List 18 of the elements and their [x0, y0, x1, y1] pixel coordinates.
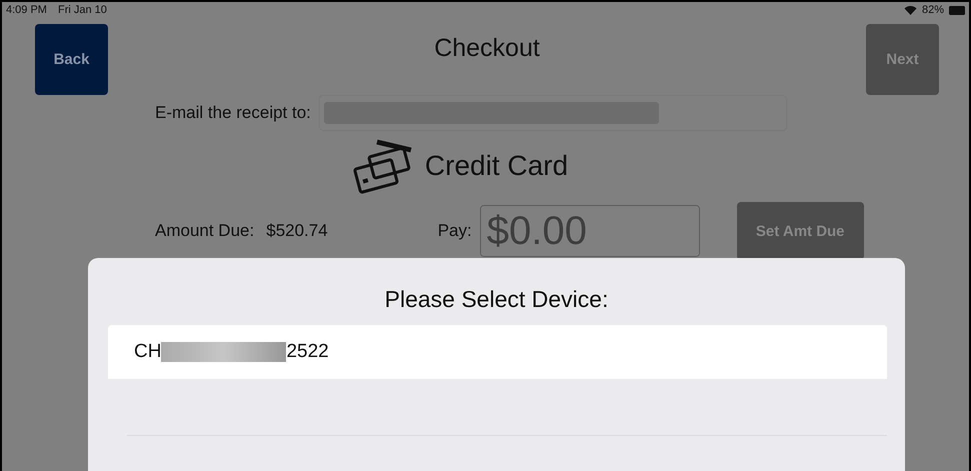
- battery-icon: [949, 6, 965, 14]
- amount-value: $520.74: [266, 221, 328, 241]
- status-time: 4:09 PM: [6, 4, 47, 16]
- device-name-start: CH: [134, 341, 162, 363]
- credit-cards-icon: [352, 138, 413, 194]
- battery-percent: 82%: [922, 4, 944, 16]
- page-title: Checkout: [434, 34, 540, 62]
- email-label: E-mail the receipt to:: [155, 103, 311, 123]
- device-name-end: 2522: [286, 341, 329, 363]
- payment-method: Credit Card: [424, 150, 568, 182]
- status-date: Fri Jan 10: [58, 4, 107, 16]
- dialog-title: Please Select Device:: [384, 286, 610, 313]
- pay-field[interactable]: $0.00: [480, 205, 700, 257]
- back-button[interactable]: Back: [35, 24, 108, 95]
- device-item[interactable]: CH 2522: [108, 325, 887, 379]
- wifi-icon: [904, 5, 917, 15]
- pay-label: Pay:: [438, 221, 472, 241]
- amount-label: Amount Due:: [155, 221, 254, 241]
